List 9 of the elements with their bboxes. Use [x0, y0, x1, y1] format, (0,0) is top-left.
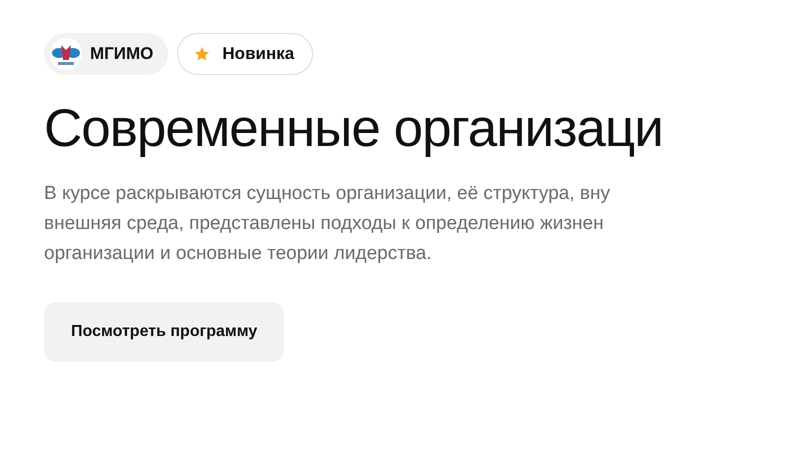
university-tag: МГИМО	[44, 33, 168, 75]
new-badge: Новинка	[177, 33, 314, 75]
description-line: В курсе раскрываются сущность организации, её структура, вну	[44, 182, 610, 206]
star-icon	[194, 46, 210, 62]
university-logo-icon	[50, 38, 82, 70]
description-line: организации и основные теории лидерства.	[44, 242, 432, 266]
view-program-button[interactable]: Посмотреть программу	[44, 302, 284, 362]
course-title: Современные организаци	[44, 98, 664, 160]
description-line: внешняя среда, представлены подходы к определению жизнен	[44, 212, 604, 236]
